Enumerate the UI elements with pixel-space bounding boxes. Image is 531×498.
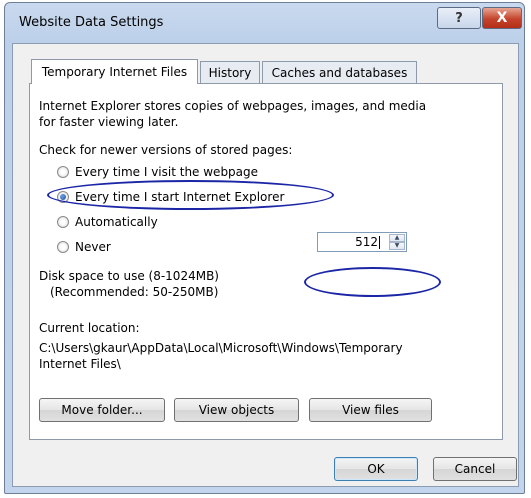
annotation-ellipse [47, 180, 334, 210]
tab-history[interactable]: History [200, 61, 260, 83]
tab-label: Temporary Internet Files [41, 65, 188, 79]
radio-every-visit[interactable] [57, 166, 69, 178]
window-title: Website Data Settings [19, 15, 164, 30]
cancel-button[interactable]: Cancel [433, 457, 517, 481]
radio-label[interactable]: Never [75, 239, 111, 255]
title-bar[interactable]: Website Data Settings ? X [5, 3, 524, 43]
disk-space-spinner[interactable]: 512 ▲ ▼ [317, 232, 407, 252]
ok-button[interactable]: OK [334, 457, 418, 481]
location-path: Internet Files\ [39, 357, 121, 371]
radio-label[interactable]: Automatically [75, 214, 158, 230]
description-text: for faster viewing later. [39, 115, 179, 129]
tab-panel: Internet Explorer stores copies of webpa… [29, 83, 503, 440]
text-caret [379, 236, 380, 249]
tab-label: History [208, 65, 252, 80]
radio-label[interactable]: Every time I visit the webpage [75, 164, 258, 180]
close-icon: X [496, 10, 508, 26]
button-label: Cancel [454, 462, 496, 476]
button-label: Move folder... [61, 403, 143, 417]
annotation-ellipse [304, 267, 441, 297]
view-files-button[interactable]: View files [309, 398, 432, 422]
help-button[interactable]: ? [437, 7, 481, 29]
radio-automatically[interactable] [57, 216, 69, 228]
help-icon: ? [455, 10, 463, 26]
disk-space-value[interactable]: 512 [355, 235, 378, 249]
location-path: C:\Users\gkaur\AppData\Local\Microsoft\W… [39, 341, 403, 355]
radio-never[interactable] [57, 241, 69, 253]
dialog-client-area: Temporary Internet Files History Caches … [12, 43, 519, 487]
close-button[interactable]: X [482, 7, 522, 29]
tab-label: Caches and databases [271, 65, 408, 80]
check-label: Check for newer versions of stored pages… [39, 143, 293, 157]
disk-space-recommendation: (Recommended: 50-250MB) [50, 285, 219, 299]
spin-down-icon[interactable]: ▼ [389, 242, 405, 250]
tab-caches-and-databases[interactable]: Caches and databases [262, 61, 417, 83]
description-text: Internet Explorer stores copies of webpa… [39, 99, 427, 113]
button-label: OK [367, 462, 385, 476]
button-label: View files [342, 403, 399, 417]
current-location-label: Current location: [39, 321, 140, 335]
move-folder-button[interactable]: Move folder... [39, 398, 165, 422]
tab-temporary-internet-files[interactable]: Temporary Internet Files [31, 59, 198, 84]
disk-space-label: Disk space to use (8-1024MB) [39, 269, 219, 283]
view-objects-button[interactable]: View objects [174, 398, 299, 422]
dialog-window: Website Data Settings ? X Temporary Inte… [4, 2, 525, 494]
button-label: View objects [198, 403, 275, 417]
spin-up-icon[interactable]: ▲ [389, 234, 405, 242]
